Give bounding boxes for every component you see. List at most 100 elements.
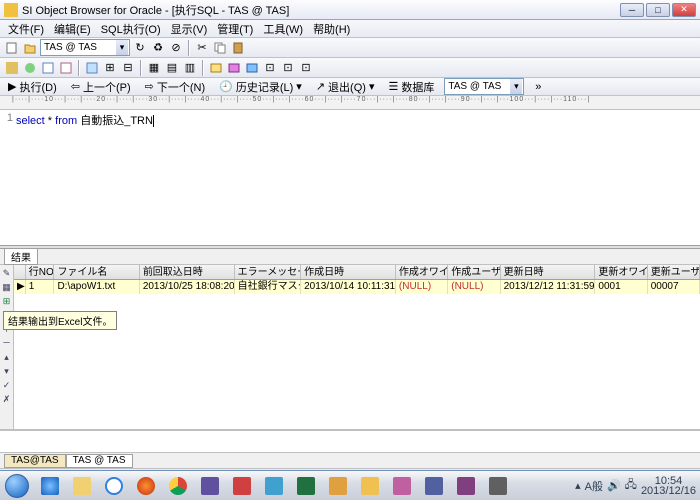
conn-tab-1[interactable]: TAS@TAS	[4, 454, 66, 468]
tray-arrow-icon[interactable]: ▴	[575, 479, 581, 492]
tb-icon-12[interactable]	[226, 60, 242, 76]
task-app2-icon[interactable]	[227, 474, 257, 498]
task-sogou-icon[interactable]	[99, 474, 129, 498]
new-icon[interactable]	[4, 40, 20, 56]
maximize-button[interactable]: □	[646, 3, 670, 17]
cell[interactable]: (NULL)	[396, 280, 448, 294]
history-button[interactable]: 🕘 历史记录(L) ▾	[215, 79, 306, 95]
task-app3-icon[interactable]	[259, 474, 289, 498]
tb-icon-16[interactable]: ⊡	[298, 60, 314, 76]
tb-icon-14[interactable]: ⊡	[262, 60, 278, 76]
task-explorer-icon[interactable]	[67, 474, 97, 498]
menu-item-0[interactable]: 文件(F)	[4, 20, 48, 38]
stop-icon[interactable]: ⊘	[168, 40, 184, 56]
result-tab[interactable]: 结果	[4, 248, 38, 265]
col-header[interactable]: 前回取込日時	[140, 265, 235, 279]
sql-editor[interactable]: 1 select * from 自動振込_TRN	[0, 110, 700, 245]
col-header[interactable]: 更新オワイID	[595, 265, 647, 279]
col-header[interactable]: 作成ユーザID	[448, 265, 500, 279]
tb-icon-4[interactable]	[58, 60, 74, 76]
copy-icon[interactable]	[212, 40, 228, 56]
task-app9-icon[interactable]	[483, 474, 513, 498]
minimize-button[interactable]: ─	[620, 3, 644, 17]
col-header[interactable]: ファイル名	[54, 265, 139, 279]
nav-icon-extra[interactable]: »	[530, 79, 546, 95]
cell[interactable]: 00007	[648, 280, 700, 294]
cell[interactable]: 2013/10/14 10:11:31	[301, 280, 396, 294]
execute-button[interactable]: ▶ 执行(D)	[4, 79, 61, 95]
cell[interactable]: ▶	[14, 280, 26, 294]
cell[interactable]: 1	[26, 280, 55, 294]
task-chrome-icon[interactable]	[163, 474, 193, 498]
tb-icon-2[interactable]	[22, 60, 38, 76]
tool-grid-icon[interactable]: ▦	[1, 281, 13, 293]
col-header[interactable]: 更新日時	[501, 265, 596, 279]
tb-icon-7[interactable]: ⊟	[120, 60, 136, 76]
tb-icon-9[interactable]: ▤	[164, 60, 180, 76]
task-app4-icon[interactable]	[323, 474, 353, 498]
tb-icon-15[interactable]: ⊡	[280, 60, 296, 76]
task-app1-icon[interactable]	[195, 474, 225, 498]
tool-minus-icon[interactable]: －	[1, 337, 13, 349]
connection-combo[interactable]: TAS @ TAS	[40, 39, 130, 56]
menu-item-5[interactable]: 工具(W)	[259, 20, 307, 38]
open-icon[interactable]	[22, 40, 38, 56]
menu-item-4[interactable]: 管理(T)	[213, 20, 257, 38]
cell[interactable]: 2013/12/12 11:31:59	[501, 280, 596, 294]
tb-icon-5[interactable]	[84, 60, 100, 76]
tb-icon-10[interactable]: ▥	[182, 60, 198, 76]
tb-icon-3[interactable]	[40, 60, 56, 76]
tool-down-icon[interactable]: ▾	[1, 365, 13, 377]
start-button[interactable]	[0, 471, 34, 501]
paste-icon[interactable]	[230, 40, 246, 56]
tool-up-icon[interactable]: ▴	[1, 351, 13, 363]
col-header[interactable]	[14, 265, 26, 279]
conn-tab-2[interactable]: TAS @ TAS	[66, 454, 133, 468]
ime-status[interactable]: A般	[585, 478, 603, 494]
task-app7-icon[interactable]	[419, 474, 449, 498]
cut-icon[interactable]: ✂	[194, 40, 210, 56]
cell[interactable]: 0001	[595, 280, 647, 294]
menu-item-3[interactable]: 显示(V)	[167, 20, 212, 38]
cell[interactable]: (NULL)	[448, 280, 500, 294]
tb-icon-11[interactable]	[208, 60, 224, 76]
tb-icon-8[interactable]: ▦	[146, 60, 162, 76]
sql-star: *	[45, 115, 55, 127]
task-firefox-icon[interactable]	[131, 474, 161, 498]
menu-item-2[interactable]: SQL执行(O)	[97, 20, 165, 38]
exit-button[interactable]: ↗ 退出(Q) ▾	[312, 79, 379, 95]
tray-net-icon[interactable]: 🖧	[625, 476, 637, 495]
tool-check-icon[interactable]: ✓	[1, 379, 13, 391]
result-grid[interactable]: 行NOファイル名前回取込日時エラーメッセージ作成日時作成オワイID作成ユーザID…	[14, 265, 700, 429]
col-header[interactable]: 行NO	[26, 265, 55, 279]
cell[interactable]: D:\apoW1.txt	[54, 280, 139, 294]
schema-button[interactable]: ☰ 数据库	[384, 79, 438, 95]
tray-vol-icon[interactable]: 🔊	[607, 479, 621, 492]
task-app5-icon[interactable]	[355, 474, 385, 498]
task-ie-icon[interactable]	[35, 474, 65, 498]
tb-icon-1[interactable]	[4, 60, 20, 76]
prev-button[interactable]: ⇦ 上一个(P)	[67, 79, 135, 95]
task-app8-icon[interactable]	[451, 474, 481, 498]
menu-item-6[interactable]: 帮助(H)	[309, 20, 354, 38]
tool-cancel-icon[interactable]: ✗	[1, 393, 13, 405]
cell[interactable]: 自社銀行マスタエラー	[235, 280, 301, 294]
tool-edit-icon[interactable]: ✎	[1, 267, 13, 279]
refresh-icon[interactable]: ↻	[132, 40, 148, 56]
task-app6-icon[interactable]	[387, 474, 417, 498]
next-button[interactable]: ⇨ 下一个(N)	[141, 79, 210, 95]
col-header[interactable]: 作成オワイID	[396, 265, 448, 279]
recycle-icon[interactable]: ♻	[150, 40, 166, 56]
tb-icon-13[interactable]	[244, 60, 260, 76]
menu-item-1[interactable]: 编辑(E)	[50, 20, 95, 38]
col-header[interactable]: 更新ユーザID	[648, 265, 700, 279]
schema-combo[interactable]: TAS @ TAS	[444, 78, 524, 95]
tb-icon-6[interactable]: ⊞	[102, 60, 118, 76]
tray-clock[interactable]: 10:54 2013/12/16	[641, 476, 696, 496]
tool-excel-icon[interactable]: ⊞	[1, 295, 13, 307]
task-excel-icon[interactable]	[291, 474, 321, 498]
col-header[interactable]: 作成日時	[301, 265, 396, 279]
cell[interactable]: 2013/10/25 18:08:20	[140, 280, 235, 294]
close-button[interactable]: ✕	[672, 3, 696, 17]
col-header[interactable]: エラーメッセージ	[235, 265, 301, 279]
